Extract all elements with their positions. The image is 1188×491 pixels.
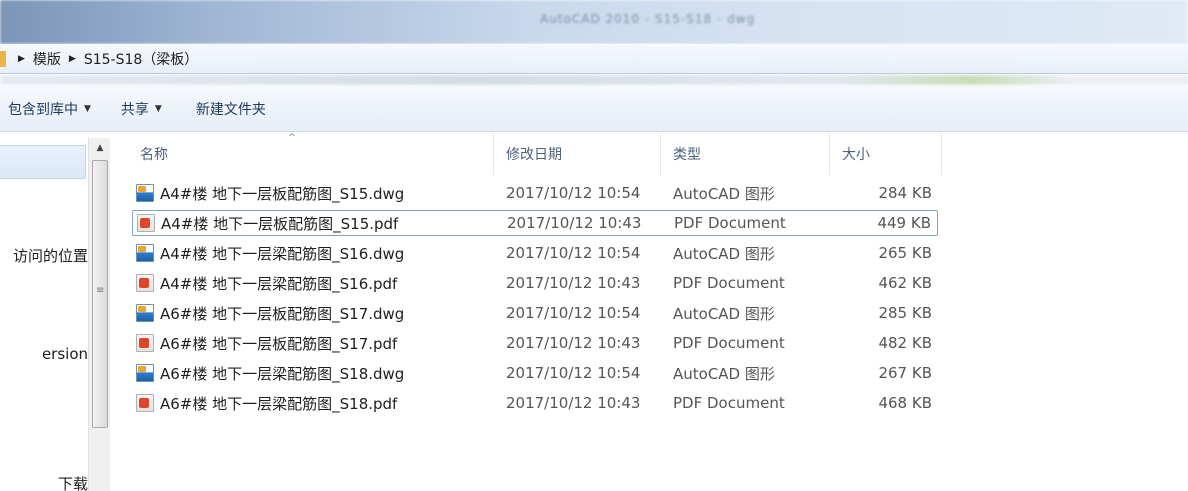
file-row[interactable]: A6#楼 地下一层板配筋图_S17.pdf 2017/10/12 10:43 P… xyxy=(132,330,938,356)
window-title-bar[interactable]: AutoCAD 2010 - S15-S18 - dwg xyxy=(0,0,1188,44)
file-name: A4#楼 地下一层板配筋图_S15.pdf xyxy=(161,214,399,233)
file-list: 名称 ^ 修改日期 类型 大小 A4#楼 地下一层板配筋图_S15.dwg 20… xyxy=(112,133,1188,491)
file-name: A6#楼 地下一层板配筋图_S17.pdf xyxy=(160,334,398,353)
file-row[interactable]: A4#楼 地下一层板配筋图_S15.dwg 2017/10/12 10:54 A… xyxy=(132,180,938,206)
blurred-search-strip xyxy=(0,75,1188,85)
file-size: 284 KB xyxy=(878,184,932,202)
share-label: 共享 xyxy=(120,101,149,118)
file-date: 2017/10/12 10:54 xyxy=(506,364,641,382)
pdf-file-icon xyxy=(137,214,155,232)
file-type: PDF Document xyxy=(673,274,785,292)
dwg-file-icon xyxy=(136,364,154,382)
include-in-library-button[interactable]: 包含到库中 ▼ xyxy=(8,95,91,123)
breadcrumb-arrow-icon[interactable]: ▶ xyxy=(18,54,25,64)
column-header-type-label: 类型 xyxy=(673,147,701,163)
column-header-date-label: 修改日期 xyxy=(506,147,562,163)
column-header-size[interactable]: 大小 xyxy=(830,133,942,175)
file-size: 449 KB xyxy=(877,214,931,232)
file-name: A4#楼 地下一层板配筋图_S15.dwg xyxy=(160,184,405,203)
file-row[interactable]: A4#楼 地下一层梁配筋图_S16.dwg 2017/10/12 10:54 A… xyxy=(132,240,938,266)
pdf-file-icon xyxy=(136,394,154,412)
include-in-library-label: 包含到库中 xyxy=(8,101,78,118)
scroll-thumb[interactable]: ≡ xyxy=(92,160,108,428)
share-button[interactable]: 共享 ▼ xyxy=(121,95,162,123)
folder-icon xyxy=(0,51,6,67)
file-type: AutoCAD 图形 xyxy=(673,364,775,383)
pdf-file-icon xyxy=(136,334,154,352)
sort-ascending-icon: ^ xyxy=(288,133,296,143)
chevron-down-icon: ▼ xyxy=(154,103,162,114)
file-size: 285 KB xyxy=(878,304,932,322)
file-date: 2017/10/12 10:54 xyxy=(506,244,641,262)
nav-item-version[interactable]: ersion xyxy=(4,345,88,363)
file-type: PDF Document xyxy=(673,334,785,352)
file-size: 482 KB xyxy=(878,334,932,352)
file-row[interactable]: A6#楼 地下一层梁配筋图_S18.pdf 2017/10/12 10:43 P… xyxy=(132,390,938,416)
file-type: AutoCAD 图形 xyxy=(673,244,775,263)
breadcrumb-item-templates[interactable]: 模版 xyxy=(33,49,61,69)
column-headers: 名称 ^ 修改日期 类型 大小 xyxy=(112,133,1188,175)
nav-item-recent-places[interactable]: 访问的位置 xyxy=(4,245,88,266)
grip-icon: ≡ xyxy=(96,285,105,296)
address-bar[interactable]: ▶ 模版 ▶ S15-S18（梁板） xyxy=(0,44,1188,74)
column-header-name[interactable]: 名称 ^ xyxy=(112,133,494,175)
file-size: 265 KB xyxy=(878,244,932,262)
file-type: AutoCAD 图形 xyxy=(673,184,775,203)
breadcrumb-arrow-icon[interactable]: ▶ xyxy=(69,54,76,64)
file-date: 2017/10/12 10:43 xyxy=(506,274,641,292)
column-header-name-label: 名称 xyxy=(140,147,168,163)
chevron-down-icon: ▼ xyxy=(84,103,91,114)
file-type: PDF Document xyxy=(673,394,785,412)
new-folder-label: 新建文件夹 xyxy=(195,101,266,118)
file-row[interactable]: A6#楼 地下一层梁配筋图_S18.dwg 2017/10/12 10:54 A… xyxy=(132,360,938,386)
dwg-file-icon xyxy=(136,304,154,322)
new-folder-button[interactable]: 新建文件夹 xyxy=(196,95,266,123)
window-title: AutoCAD 2010 - S15-S18 - dwg xyxy=(540,12,756,26)
file-date: 2017/10/12 10:43 xyxy=(506,394,641,412)
nav-item-downloads[interactable]: 下载 xyxy=(4,473,88,491)
breadcrumb-item-current-folder[interactable]: S15-S18（梁板） xyxy=(84,49,198,69)
file-name: A6#楼 地下一层梁配筋图_S18.pdf xyxy=(160,394,398,413)
file-name: A6#楼 地下一层板配筋图_S17.dwg xyxy=(160,304,405,323)
file-size: 468 KB xyxy=(878,394,932,412)
file-row[interactable]: A6#楼 地下一层板配筋图_S17.dwg 2017/10/12 10:54 A… xyxy=(132,300,938,326)
file-row[interactable]: A4#楼 地下一层梁配筋图_S16.pdf 2017/10/12 10:43 P… xyxy=(132,270,938,296)
file-date: 2017/10/12 10:54 xyxy=(506,304,641,322)
nav-item-selected[interactable] xyxy=(0,145,86,179)
file-date: 2017/10/12 10:43 xyxy=(506,334,641,352)
dwg-file-icon xyxy=(136,244,154,262)
file-row-selected[interactable]: A4#楼 地下一层板配筋图_S15.pdf 2017/10/12 10:43 P… xyxy=(132,210,938,236)
command-bar: 包含到库中 ▼ 共享 ▼ 新建文件夹 xyxy=(0,86,1188,132)
column-header-date[interactable]: 修改日期 xyxy=(494,133,661,175)
file-name: A4#楼 地下一层梁配筋图_S16.dwg xyxy=(160,244,405,263)
nav-scrollbar[interactable]: ▲ ≡ xyxy=(88,138,110,491)
file-size: 462 KB xyxy=(878,274,932,292)
file-name: A4#楼 地下一层梁配筋图_S16.pdf xyxy=(160,274,398,293)
file-name: A6#楼 地下一层梁配筋图_S18.dwg xyxy=(160,364,405,383)
dwg-file-icon xyxy=(136,184,154,202)
pdf-file-icon xyxy=(136,274,154,292)
file-date: 2017/10/12 10:54 xyxy=(506,184,641,202)
column-header-size-label: 大小 xyxy=(842,147,870,163)
file-date: 2017/10/12 10:43 xyxy=(507,214,642,232)
file-type: AutoCAD 图形 xyxy=(673,304,775,323)
scroll-up-arrow-icon[interactable]: ▲ xyxy=(92,141,108,155)
file-size: 267 KB xyxy=(878,364,932,382)
column-header-type[interactable]: 类型 xyxy=(661,133,830,175)
file-type: PDF Document xyxy=(674,214,786,232)
